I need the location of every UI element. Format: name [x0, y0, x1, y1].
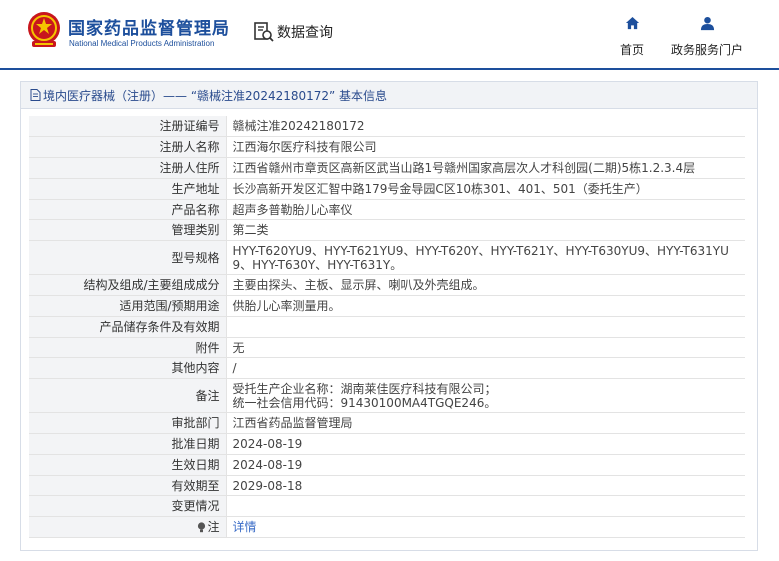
field-label: 注册人住所 — [29, 157, 227, 179]
note-value: 详情 — [226, 516, 745, 539]
data-query-link[interactable]: 数据查询 — [254, 22, 333, 42]
header-divider — [0, 68, 779, 70]
field-value — [226, 316, 745, 338]
field-label: 附件 — [29, 337, 227, 359]
data-query-label: 数据查询 — [277, 25, 333, 41]
field-label: 产品名称 — [29, 199, 227, 221]
field-value: 超声多普勒胎儿心率仪 — [226, 199, 745, 221]
home-icon — [625, 16, 640, 35]
field-label: 有效期至 — [29, 475, 227, 497]
field-label: 批准日期 — [29, 433, 227, 455]
details-link[interactable]: 详情 — [233, 520, 257, 534]
field-value: / — [226, 357, 745, 380]
remark-line: 受托生产企业名称：湖南莱佳医疗科技有限公司； — [232, 381, 497, 396]
table-row: 变更情况 — [29, 495, 745, 518]
data-search-icon — [254, 22, 274, 42]
field-value: 江西海尔医疗科技有限公司 — [226, 136, 745, 159]
field-label: 注册人名称 — [29, 136, 227, 159]
note-label-cell: 注 — [29, 516, 227, 539]
table-row: 注 详情 — [29, 516, 745, 539]
table-row: 附件无 — [29, 337, 745, 359]
field-label: 结构及组成/主要组成成分 — [29, 274, 227, 297]
field-value: 无 — [226, 337, 745, 359]
field-label: 生产地址 — [29, 178, 227, 200]
table-row: 注册人名称 江西海尔医疗科技有限公司 — [29, 136, 745, 159]
field-value: HYY-T620YU9、HYY-T621YU9、HYY-T620Y、HYY-T6… — [226, 240, 745, 276]
field-value-remark: 受托生产企业名称：湖南莱佳医疗科技有限公司； 统一社会信用代码：91430100M… — [226, 378, 745, 414]
table-row: 有效期至 2029-08-18 — [29, 475, 745, 497]
nav-home[interactable]: 首页 — [612, 16, 652, 58]
table-row: 注册人住所 江西省赣州市章贡区高新区武当山路1号赣州国家高层次人才科创园(二期)5… — [29, 157, 745, 179]
note-label: 注 — [207, 520, 220, 535]
detail-panel: 境内医疗器械（注册） —— “赣械注准20242180172” 基本信息 注册证… — [20, 81, 758, 551]
table-row: 适用范围/预期用途 供胎儿心率测量用。 — [29, 295, 745, 317]
field-value: 供胎儿心率测量用。 — [226, 295, 745, 317]
field-value — [226, 495, 745, 518]
breadcrumb-category-link[interactable]: 境内医疗器械（注册） — [43, 87, 163, 104]
field-value: 主要由探头、主板、显示屏、喇叭及外壳组成。 — [226, 274, 745, 297]
field-value: 赣械注准20242180172 — [226, 116, 745, 138]
field-label: 型号规格 — [29, 240, 227, 276]
table-row: 产品名称 超声多普勒胎儿心率仪 — [29, 199, 745, 221]
nav-gov-portal-label: 政务服务门户 — [670, 43, 743, 57]
remark-line: 统一社会信用代码：91430100MA4TGQE246。 — [232, 395, 497, 410]
field-label: 变更情况 — [29, 495, 227, 518]
document-icon — [30, 89, 41, 101]
national-emblem-icon — [28, 12, 60, 47]
site-header: 国家药品监督管理局 National Medical Products Admi… — [0, 0, 779, 68]
table-row: 结构及组成/主要组成成分 主要由探头、主板、显示屏、喇叭及外壳组成。 — [29, 274, 745, 297]
field-value: 江西省赣州市章贡区高新区武当山路1号赣州国家高层次人才科创园(二期)5栋1.2.… — [226, 157, 745, 179]
table-row: 管理类别 第二类 — [29, 219, 745, 242]
nav-home-label: 首页 — [619, 43, 644, 57]
field-value: 2024-08-19 — [226, 454, 745, 476]
table-row: 备注 受托生产企业名称：湖南莱佳医疗科技有限公司； 统一社会信用代码：9143010… — [29, 378, 745, 414]
field-label: 注册证编号 — [29, 116, 227, 138]
table-row: 其他内容 / — [29, 357, 745, 380]
field-label: 备注 — [29, 378, 227, 414]
table-row: 生效日期 2024-08-19 — [29, 454, 745, 476]
field-label: 其他内容 — [29, 357, 227, 380]
field-value: 第二类 — [226, 219, 745, 242]
table-row: 生产地址 长沙高新开发区汇智中路179号金导园C区10栋301、401、501（委… — [29, 178, 745, 200]
table-row: 注册证编号 赣械注准20242180172 — [29, 116, 745, 138]
field-value: 2029-08-18 — [226, 475, 745, 497]
info-table: 注册证编号 赣械注准20242180172 注册人名称 江西海尔医疗科技有限公司 注… — [29, 116, 745, 539]
table-row: 型号规格 HYY-T620YU9、HYY-T621YU9、HYY-T620Y、HY… — [29, 240, 745, 276]
field-label: 适用范围/预期用途 — [29, 295, 227, 317]
user-icon — [700, 16, 715, 35]
field-label: 生效日期 — [29, 454, 227, 476]
field-value: 江西省药品监督管理局 — [226, 412, 745, 435]
field-label: 审批部门 — [29, 412, 227, 435]
field-label: 管理类别 — [29, 219, 227, 242]
table-row: 审批部门 江西省药品监督管理局 — [29, 412, 745, 435]
panel-title-bar: 境内医疗器械（注册） —— “赣械注准20242180172” 基本信息 — [21, 82, 757, 109]
table-row: 产品储存条件及有效期 — [29, 316, 745, 338]
field-value: 长沙高新开发区汇智中路179号金导园C区10栋301、401、501（委托生产） — [226, 178, 745, 200]
table-row: 批准日期 2024-08-19 — [29, 433, 745, 455]
site-title: 国家药品监督管理局 — [68, 19, 230, 39]
field-label: 产品储存条件及有效期 — [29, 316, 227, 338]
nav-gov-portal[interactable]: 政务服务门户 — [666, 16, 748, 58]
panel-title: —— “赣械注准20242180172” 基本信息 — [163, 88, 388, 103]
bulb-icon — [198, 522, 206, 533]
field-value: 2024-08-19 — [226, 433, 745, 455]
site-subtitle: National Medical Products Administration — [69, 39, 215, 48]
